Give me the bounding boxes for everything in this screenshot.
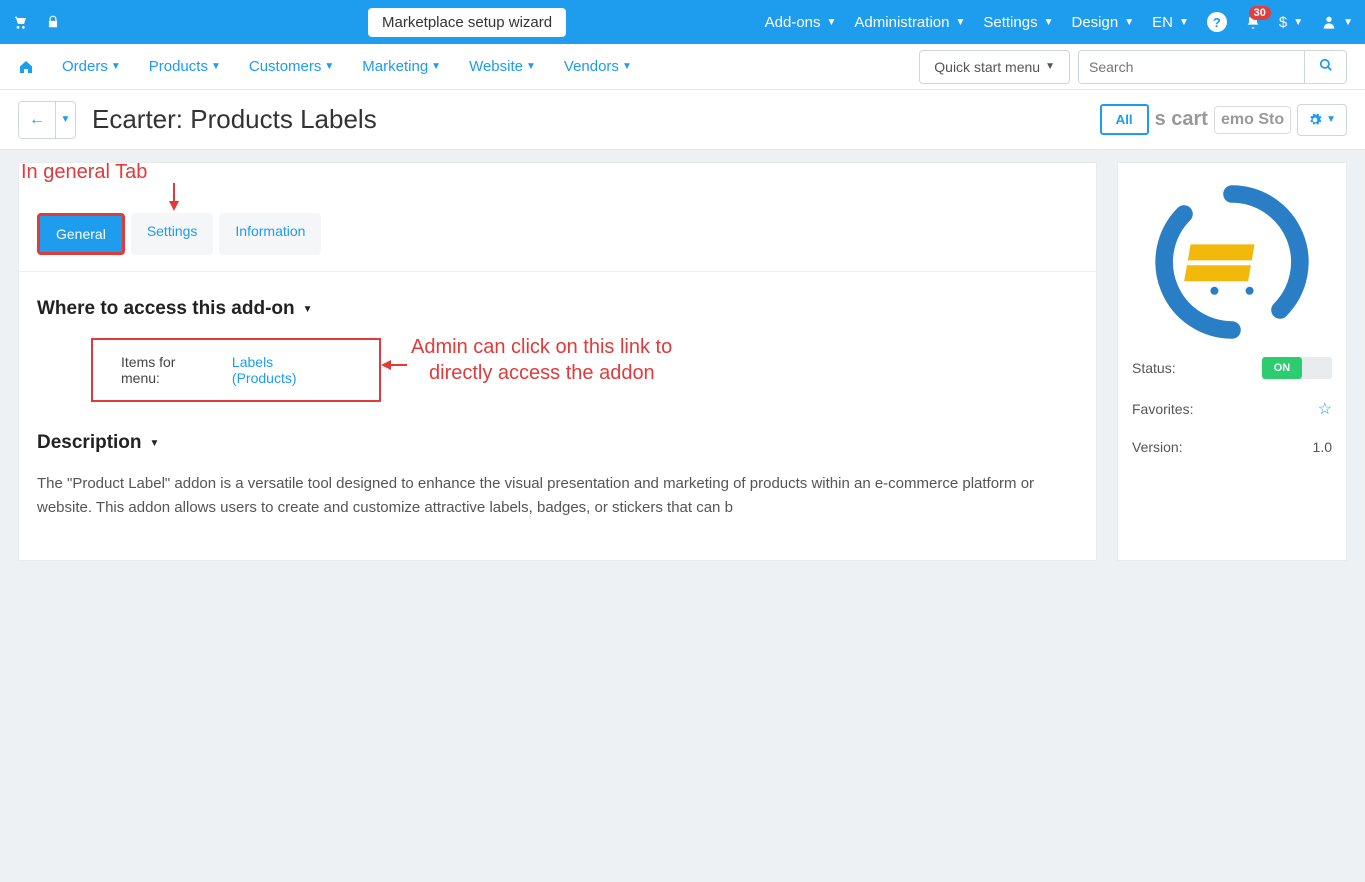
- navbar: Orders ▼ Products ▼ Customers ▼ Marketin…: [0, 44, 1365, 90]
- top-menu-lang[interactable]: EN ▼: [1152, 14, 1189, 31]
- nav-orders[interactable]: Orders ▼: [62, 58, 121, 75]
- search-box: [1078, 50, 1347, 84]
- ghost-text-1: s cart: [1155, 108, 1208, 131]
- chevron-down-icon: ▼: [303, 304, 313, 315]
- annotation-arrow-left-icon: [381, 356, 407, 374]
- help-icon[interactable]: ?: [1207, 12, 1227, 32]
- version-label: Version:: [1132, 439, 1183, 455]
- tab-information[interactable]: Information: [219, 213, 321, 255]
- nav-website[interactable]: Website ▼: [469, 58, 536, 75]
- lock-icon[interactable]: [46, 15, 60, 29]
- titlebar: ← ▼ Ecarter: Products Labels All s cart …: [0, 90, 1365, 150]
- labels-products-link[interactable]: Labels (Products): [232, 354, 339, 386]
- side-panel: Status: ON Favorites: ☆ Version: 1.0: [1117, 162, 1347, 561]
- tabs: General Settings Information: [19, 213, 1096, 272]
- back-dropdown[interactable]: ▼: [55, 102, 75, 138]
- all-button[interactable]: All: [1100, 104, 1149, 135]
- section-description-title[interactable]: Description ▼: [19, 432, 1096, 454]
- side-status-row: Status: ON: [1132, 347, 1332, 389]
- menu-items-box: Items for menu: Labels (Products): [91, 338, 381, 402]
- section-where-title[interactable]: Where to access this add-on ▼: [19, 298, 1096, 320]
- home-icon[interactable]: [18, 59, 34, 75]
- chevron-down-icon: ▼: [150, 438, 160, 449]
- back-button[interactable]: ←: [19, 102, 55, 138]
- search-button[interactable]: [1304, 51, 1346, 83]
- top-menu-settings[interactable]: Settings ▼: [983, 14, 1053, 31]
- addon-logo: [1132, 177, 1332, 347]
- version-value: 1.0: [1313, 439, 1332, 455]
- back-button-group: ← ▼: [18, 101, 76, 139]
- top-menu-administration[interactable]: Administration ▼: [854, 14, 965, 31]
- nav-customers[interactable]: Customers ▼: [249, 58, 334, 75]
- quick-start-menu[interactable]: Quick start menu ▼: [919, 50, 1070, 84]
- layout: In general Tab General Settings Informat…: [0, 150, 1365, 573]
- cart-icon[interactable]: [12, 14, 28, 30]
- side-favorites-row: Favorites: ☆: [1132, 389, 1332, 429]
- favorite-star-icon[interactable]: ☆: [1318, 399, 1332, 419]
- gear-button[interactable]: ▼: [1297, 104, 1347, 136]
- annotation-arrow-down-icon: [159, 183, 189, 213]
- side-version-row: Version: 1.0: [1132, 429, 1332, 465]
- notification-count: 30: [1249, 6, 1271, 20]
- annotation-tab-hint: In general Tab: [21, 161, 147, 184]
- tab-settings[interactable]: Settings: [131, 213, 214, 255]
- wizard-tag[interactable]: Marketplace setup wizard: [368, 8, 566, 37]
- page-title: Ecarter: Products Labels: [92, 104, 377, 135]
- topbar: Marketplace setup wizard Add-ons ▼ Admin…: [0, 0, 1365, 44]
- description-text: The "Product Label" addon is a versatile…: [19, 472, 1096, 520]
- status-toggle-on: ON: [1262, 357, 1302, 379]
- main-panel: In general Tab General Settings Informat…: [18, 162, 1097, 561]
- top-menu-design[interactable]: Design ▼: [1071, 14, 1134, 31]
- top-menu-currency[interactable]: $ ▼: [1279, 14, 1303, 31]
- items-for-menu-label: Items for menu:: [121, 354, 216, 386]
- user-icon[interactable]: ▼: [1321, 14, 1353, 30]
- ghost-text-2: emo Sto: [1214, 106, 1291, 134]
- status-label: Status:: [1132, 360, 1176, 376]
- nav-vendors[interactable]: Vendors ▼: [564, 58, 632, 75]
- top-menu-addons[interactable]: Add-ons ▼: [765, 14, 837, 31]
- status-toggle[interactable]: ON: [1262, 357, 1332, 379]
- search-input[interactable]: [1079, 51, 1304, 83]
- nav-products[interactable]: Products ▼: [149, 58, 221, 75]
- notifications-bell[interactable]: 30: [1245, 14, 1261, 30]
- nav-marketing[interactable]: Marketing ▼: [362, 58, 441, 75]
- tab-general[interactable]: General: [37, 213, 125, 255]
- annotation-link-hint: Admin can click on this link to directly…: [411, 334, 672, 386]
- favorites-label: Favorites:: [1132, 401, 1193, 417]
